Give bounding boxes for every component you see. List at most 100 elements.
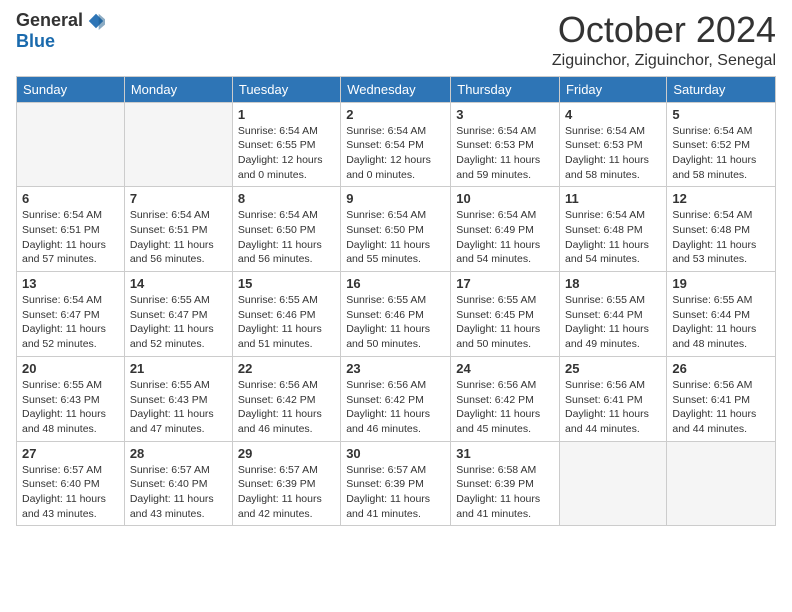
calendar-cell: 28 Sunrise: 6:57 AMSunset: 6:40 PMDayligh…: [124, 441, 232, 526]
day-info: Sunrise: 6:57 AMSunset: 6:40 PMDaylight:…: [130, 463, 227, 522]
day-info: Sunrise: 6:55 AMSunset: 6:46 PMDaylight:…: [346, 293, 445, 352]
calendar-table: SundayMondayTuesdayWednesdayThursdayFrid…: [16, 76, 776, 527]
calendar-cell: 16 Sunrise: 6:55 AMSunset: 6:46 PMDayligh…: [341, 272, 451, 357]
calendar-dow-sunday: Sunday: [17, 76, 125, 102]
day-info: Sunrise: 6:55 AMSunset: 6:44 PMDaylight:…: [565, 293, 661, 352]
logo-blue-text: Blue: [16, 31, 55, 52]
day-info: Sunrise: 6:56 AMSunset: 6:42 PMDaylight:…: [456, 378, 554, 437]
calendar-dow-saturday: Saturday: [667, 76, 776, 102]
day-info: Sunrise: 6:54 AMSunset: 6:50 PMDaylight:…: [346, 208, 445, 267]
day-number: 24: [456, 361, 554, 376]
day-info: Sunrise: 6:57 AMSunset: 6:39 PMDaylight:…: [346, 463, 445, 522]
calendar-dow-monday: Monday: [124, 76, 232, 102]
day-info: Sunrise: 6:54 AMSunset: 6:51 PMDaylight:…: [130, 208, 227, 267]
calendar-cell: 10 Sunrise: 6:54 AMSunset: 6:49 PMDayligh…: [451, 187, 560, 272]
day-info: Sunrise: 6:57 AMSunset: 6:39 PMDaylight:…: [238, 463, 335, 522]
month-title: October 2024: [552, 10, 776, 50]
calendar-cell: 18 Sunrise: 6:55 AMSunset: 6:44 PMDayligh…: [560, 272, 667, 357]
day-info: Sunrise: 6:54 AMSunset: 6:51 PMDaylight:…: [22, 208, 119, 267]
header: General Blue October 2024 Ziguinchor, Zi…: [16, 10, 776, 70]
calendar-week-5: 27 Sunrise: 6:57 AMSunset: 6:40 PMDayligh…: [17, 441, 776, 526]
day-info: Sunrise: 6:54 AMSunset: 6:55 PMDaylight:…: [238, 124, 335, 183]
day-number: 14: [130, 276, 227, 291]
calendar-cell: 14 Sunrise: 6:55 AMSunset: 6:47 PMDayligh…: [124, 272, 232, 357]
day-number: 5: [672, 107, 770, 122]
calendar-cell: 23 Sunrise: 6:56 AMSunset: 6:42 PMDayligh…: [341, 356, 451, 441]
day-info: Sunrise: 6:54 AMSunset: 6:48 PMDaylight:…: [565, 208, 661, 267]
day-number: 8: [238, 191, 335, 206]
calendar-cell: 15Sunrise: 6:55 AMSunset: 6:46 PMDayligh…: [232, 272, 340, 357]
calendar-cell: 8 Sunrise: 6:54 AMSunset: 6:50 PMDaylight…: [232, 187, 340, 272]
day-number: 18: [565, 276, 661, 291]
calendar-dow-friday: Friday: [560, 76, 667, 102]
day-info: Sunrise: 6:57 AMSunset: 6:40 PMDaylight:…: [22, 463, 119, 522]
day-info: Sunrise: 6:54 AMSunset: 6:54 PMDaylight:…: [346, 124, 445, 183]
day-number: 28: [130, 446, 227, 461]
page: General Blue October 2024 Ziguinchor, Zi…: [0, 0, 792, 612]
calendar-cell: 27 Sunrise: 6:57 AMSunset: 6:40 PMDayligh…: [17, 441, 125, 526]
calendar-cell: 26Sunrise: 6:56 AMSunset: 6:41 PMDayligh…: [667, 356, 776, 441]
day-info: Sunrise: 6:55 AMSunset: 6:45 PMDaylight:…: [456, 293, 554, 352]
day-number: 12: [672, 191, 770, 206]
calendar-cell: 9 Sunrise: 6:54 AMSunset: 6:50 PMDaylight…: [341, 187, 451, 272]
calendar-cell: 13 Sunrise: 6:54 AMSunset: 6:47 PMDayligh…: [17, 272, 125, 357]
day-number: 16: [346, 276, 445, 291]
day-info: Sunrise: 6:56 AMSunset: 6:42 PMDaylight:…: [238, 378, 335, 437]
day-info: Sunrise: 6:54 AMSunset: 6:49 PMDaylight:…: [456, 208, 554, 267]
day-number: 13: [22, 276, 119, 291]
day-number: 21: [130, 361, 227, 376]
day-number: 17: [456, 276, 554, 291]
day-number: 7: [130, 191, 227, 206]
day-number: 22: [238, 361, 335, 376]
calendar-week-3: 13 Sunrise: 6:54 AMSunset: 6:47 PMDayligh…: [17, 272, 776, 357]
calendar-cell: 30 Sunrise: 6:57 AMSunset: 6:39 PMDayligh…: [341, 441, 451, 526]
calendar-cell: 4Sunrise: 6:54 AMSunset: 6:53 PMDaylight…: [560, 102, 667, 187]
day-info: Sunrise: 6:56 AMSunset: 6:42 PMDaylight:…: [346, 378, 445, 437]
calendar-cell: 21 Sunrise: 6:55 AMSunset: 6:43 PMDayligh…: [124, 356, 232, 441]
day-number: 2: [346, 107, 445, 122]
day-info: Sunrise: 6:54 AMSunset: 6:47 PMDaylight:…: [22, 293, 119, 352]
calendar-cell: 5 Sunrise: 6:54 AMSunset: 6:52 PMDaylight…: [667, 102, 776, 187]
day-info: Sunrise: 6:55 AMSunset: 6:44 PMDaylight:…: [672, 293, 770, 352]
day-info: Sunrise: 6:54 AMSunset: 6:48 PMDaylight:…: [672, 208, 770, 267]
day-number: 29: [238, 446, 335, 461]
calendar-cell: [667, 441, 776, 526]
day-info: Sunrise: 6:55 AMSunset: 6:43 PMDaylight:…: [130, 378, 227, 437]
day-number: 10: [456, 191, 554, 206]
day-info: Sunrise: 6:55 AMSunset: 6:46 PMDaylight:…: [238, 293, 335, 352]
day-number: 9: [346, 191, 445, 206]
day-number: 26: [672, 361, 770, 376]
day-info: Sunrise: 6:54 AMSunset: 6:50 PMDaylight:…: [238, 208, 335, 267]
title-block: October 2024 Ziguinchor, Ziguinchor, Sen…: [552, 10, 776, 70]
calendar-cell: 7 Sunrise: 6:54 AMSunset: 6:51 PMDaylight…: [124, 187, 232, 272]
day-number: 30: [346, 446, 445, 461]
calendar-dow-wednesday: Wednesday: [341, 76, 451, 102]
calendar-cell: [124, 102, 232, 187]
day-number: 19: [672, 276, 770, 291]
day-info: Sunrise: 6:55 AMSunset: 6:47 PMDaylight:…: [130, 293, 227, 352]
day-info: Sunrise: 6:54 AMSunset: 6:52 PMDaylight:…: [672, 124, 770, 183]
calendar-cell: 12 Sunrise: 6:54 AMSunset: 6:48 PMDayligh…: [667, 187, 776, 272]
day-number: 27: [22, 446, 119, 461]
calendar-cell: 22 Sunrise: 6:56 AMSunset: 6:42 PMDayligh…: [232, 356, 340, 441]
day-info: Sunrise: 6:56 AMSunset: 6:41 PMDaylight:…: [565, 378, 661, 437]
calendar-cell: 6 Sunrise: 6:54 AMSunset: 6:51 PMDaylight…: [17, 187, 125, 272]
calendar-cell: 3 Sunrise: 6:54 AMSunset: 6:53 PMDaylight…: [451, 102, 560, 187]
calendar-dow-tuesday: Tuesday: [232, 76, 340, 102]
day-number: 6: [22, 191, 119, 206]
day-number: 20: [22, 361, 119, 376]
calendar-cell: 31 Sunrise: 6:58 AMSunset: 6:39 PMDayligh…: [451, 441, 560, 526]
calendar-cell: 11 Sunrise: 6:54 AMSunset: 6:48 PMDayligh…: [560, 187, 667, 272]
calendar-cell: [17, 102, 125, 187]
calendar-cell: 25Sunrise: 6:56 AMSunset: 6:41 PMDayligh…: [560, 356, 667, 441]
day-info: Sunrise: 6:58 AMSunset: 6:39 PMDaylight:…: [456, 463, 554, 522]
calendar-cell: 1Sunrise: 6:54 AMSunset: 6:55 PMDaylight…: [232, 102, 340, 187]
day-info: Sunrise: 6:54 AMSunset: 6:53 PMDaylight:…: [456, 124, 554, 183]
logo-icon: [87, 12, 105, 30]
calendar-cell: 24 Sunrise: 6:56 AMSunset: 6:42 PMDayligh…: [451, 356, 560, 441]
day-number: 11: [565, 191, 661, 206]
calendar-week-4: 20 Sunrise: 6:55 AMSunset: 6:43 PMDayligh…: [17, 356, 776, 441]
day-number: 23: [346, 361, 445, 376]
day-number: 3: [456, 107, 554, 122]
day-number: 31: [456, 446, 554, 461]
